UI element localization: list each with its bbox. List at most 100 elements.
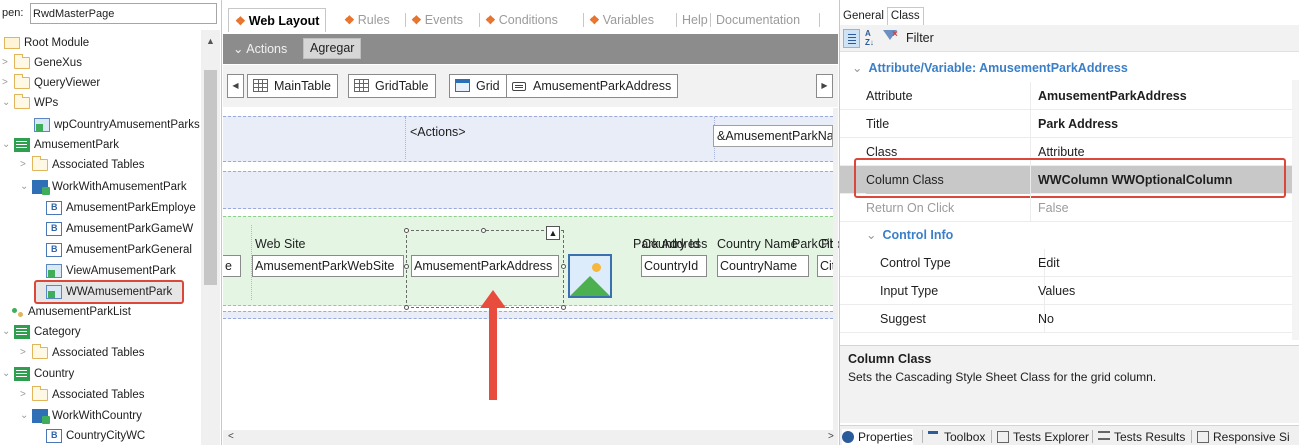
chevron-up-icon[interactable]: ▲ xyxy=(206,36,215,46)
chevron-down-icon[interactable]: ⌄ xyxy=(2,93,12,113)
webpanel-icon xyxy=(46,285,62,299)
tab-tests-explorer[interactable]: Tests Explorer xyxy=(997,429,1089,445)
resize-handle[interactable] xyxy=(561,305,566,310)
breadcrumb-amusementparkaddress[interactable]: AmusementParkAddress xyxy=(506,74,679,98)
chevron-down-icon[interactable]: ⌄ xyxy=(20,177,30,197)
resize-handle[interactable] xyxy=(561,264,566,269)
grid-field-countryname[interactable]: CountryName xyxy=(717,255,809,277)
filters-table-row xyxy=(223,171,833,209)
tree-node-label: AmusementParkGeneral xyxy=(66,244,192,256)
canvas-right-strip xyxy=(833,108,838,430)
tab-conditions[interactable]: ❖ Conditions xyxy=(485,8,558,32)
tab-variables[interactable]: ❖ Variables xyxy=(589,8,654,32)
property-row-suggest[interactable]: Suggest No xyxy=(840,305,1292,333)
chevron-left-icon[interactable]: < xyxy=(228,431,234,442)
select-parent-icon[interactable]: ▲ xyxy=(546,226,560,240)
scrollbar-thumb[interactable] xyxy=(204,70,217,285)
breadcrumb-right-arrow[interactable]: ▶ xyxy=(816,74,833,98)
property-row-control-type[interactable]: Control Type Edit xyxy=(840,249,1292,277)
tab-properties[interactable]: Properties xyxy=(842,429,913,445)
chevron-right-icon[interactable]: > xyxy=(20,385,30,405)
property-row-input-type[interactable]: Input Type Values xyxy=(840,277,1292,305)
tree-node-label: AmusementPark xyxy=(34,139,120,151)
bottom-tool-tabs: Properties Toolbox Tests Explorer Tests … xyxy=(840,425,1299,445)
gear-icon xyxy=(842,431,854,443)
tab-separator xyxy=(819,13,820,27)
property-row-return-on-click[interactable]: Return On Click False xyxy=(840,194,1292,222)
chevron-right-icon[interactable]: > xyxy=(2,53,12,73)
tab-web-layout[interactable]: ❖ Web Layout xyxy=(228,8,327,32)
resize-handle[interactable] xyxy=(404,228,409,233)
grid-field-partial[interactable]: e xyxy=(223,255,241,277)
tab-class[interactable]: Class xyxy=(886,7,924,25)
resize-handle[interactable] xyxy=(404,264,409,269)
tab-label: Toolbox xyxy=(944,430,986,444)
tab-rules[interactable]: ❖ Rules xyxy=(344,8,390,32)
clear-filter-icon[interactable]: × xyxy=(892,29,898,40)
tab-events[interactable]: ❖ Events xyxy=(411,8,463,32)
control-info-section-header[interactable]: ⌄ Control Info xyxy=(866,221,953,249)
tab-documentation[interactable]: Documentation xyxy=(716,8,800,32)
tree-node-label: WorkWithCountry xyxy=(52,410,142,422)
grid-field-countryid[interactable]: CountryId xyxy=(641,255,707,277)
grid-header-city[interactable]: Cit xyxy=(818,237,833,251)
filter-label[interactable]: Filter xyxy=(906,31,934,45)
actions-cell[interactable]: <Actions> xyxy=(405,117,715,159)
chevron-right-icon[interactable]: > xyxy=(828,431,834,442)
tab-tests-results[interactable]: Tests Results xyxy=(1098,429,1185,445)
resize-handle[interactable] xyxy=(404,305,409,310)
tab-label: Responsive Si xyxy=(1213,430,1290,444)
tree-scrollbar[interactable]: ▲ xyxy=(201,30,220,445)
tab-separator xyxy=(1191,430,1192,443)
folder-icon xyxy=(4,37,20,49)
property-value[interactable]: False xyxy=(1038,194,1069,222)
actions-toggle[interactable]: ⌄ Actions xyxy=(233,41,287,56)
chevron-right-icon[interactable]: > xyxy=(20,343,30,363)
breadcrumb-left-arrow[interactable]: ◀ xyxy=(227,74,244,98)
properties-scrollbar[interactable] xyxy=(1292,80,1299,340)
tree-node-label: WPs xyxy=(34,97,59,109)
property-section-header[interactable]: ⌄ Attribute/Variable: AmusementParkAddres… xyxy=(840,57,1299,79)
grid-field-amusementparkwebsite[interactable]: AmusementParkWebSite xyxy=(252,255,404,277)
property-value[interactable]: Park Address xyxy=(1038,110,1118,138)
property-row-title[interactable]: Title Park Address xyxy=(840,110,1292,138)
properties-tabs: General Class xyxy=(840,7,924,25)
tab-toolbox[interactable]: Toolbox xyxy=(928,429,985,445)
property-value[interactable]: No xyxy=(1038,305,1054,333)
categorized-view-icon[interactable] xyxy=(843,29,860,48)
agregar-button[interactable]: Agregar xyxy=(303,38,362,59)
amusementparkname-filter-field[interactable]: &AmusementParkNa xyxy=(713,125,833,147)
toolbox-icon xyxy=(928,431,938,443)
canvas-horizontal-scrollbar[interactable]: < > xyxy=(223,430,838,445)
grid-header-country-name[interactable]: Country Name xyxy=(717,237,798,251)
tab-responsive-sizes[interactable]: Responsive Si xyxy=(1197,429,1290,445)
tab-general[interactable]: General xyxy=(840,8,887,26)
open-input[interactable]: RwdMasterPage xyxy=(30,3,217,24)
resize-handle[interactable] xyxy=(481,228,486,233)
chevron-down-icon: ⌄ xyxy=(866,228,877,242)
genexus-icon: ❖ xyxy=(344,13,355,27)
tab-label: Properties xyxy=(858,430,913,444)
property-value[interactable]: Edit xyxy=(1038,249,1060,277)
property-value[interactable]: AmusementParkAddress xyxy=(1038,82,1187,110)
chevron-right-icon[interactable]: > xyxy=(20,155,30,175)
breadcrumb-maintable[interactable]: MainTable xyxy=(247,74,338,98)
breadcrumb-grid[interactable]: Grid xyxy=(449,74,507,98)
bottom-table-row xyxy=(223,311,833,319)
chevron-down-icon[interactable]: ⌄ xyxy=(2,322,12,342)
chevron-down-icon[interactable]: ⌄ xyxy=(20,406,30,426)
tree-node-label: GeneXus xyxy=(34,57,82,69)
chevron-down-icon[interactable]: ⌄ xyxy=(2,135,12,155)
grid-header-country-id[interactable]: Country Id xyxy=(642,237,700,251)
tab-label: Tests Explorer xyxy=(1013,430,1090,444)
sort-alphabetical-icon[interactable]: A Z↓ xyxy=(865,29,874,47)
tab-help[interactable]: Help xyxy=(682,8,708,32)
breadcrumb-gridtable[interactable]: GridTable xyxy=(348,74,436,98)
property-row-attribute[interactable]: Attribute AmusementParkAddress xyxy=(840,82,1292,110)
folder-icon xyxy=(32,386,48,401)
grid-header-web-site[interactable]: Web Site xyxy=(255,237,306,251)
chevron-right-icon[interactable]: > xyxy=(2,73,12,93)
tree-node-label: AmusementParkEmploye xyxy=(66,202,196,214)
property-value[interactable]: Values xyxy=(1038,277,1075,305)
chevron-down-icon[interactable]: ⌄ xyxy=(2,364,12,384)
